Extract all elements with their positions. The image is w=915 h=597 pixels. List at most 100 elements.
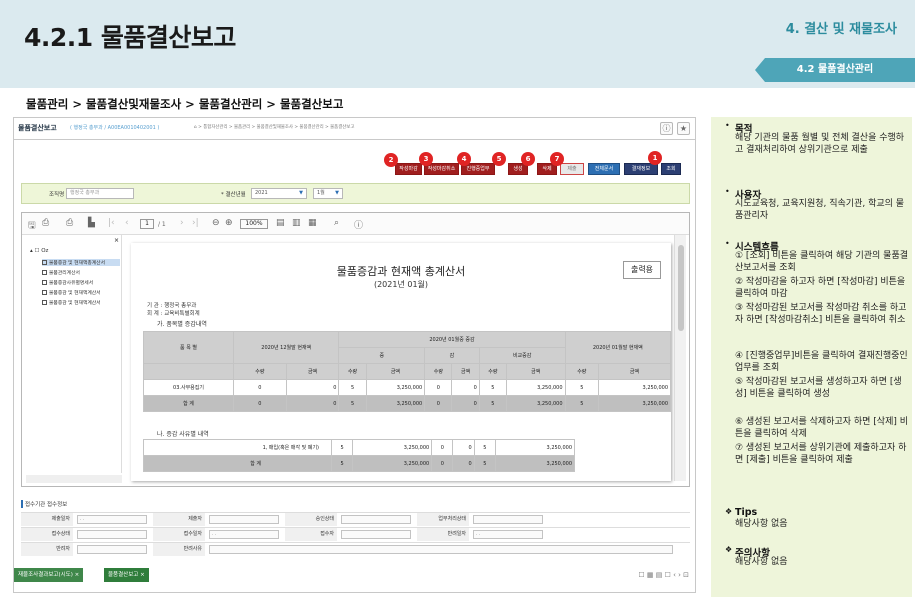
report-section-1: 가. 품목별 증감내역 (157, 321, 207, 328)
star-icon[interactable]: ★ (677, 122, 690, 135)
month-select[interactable]: 1월 ▼ (313, 188, 343, 199)
badge-2: 2 (384, 153, 398, 167)
cell: 5 (338, 379, 367, 396)
search-button[interactable]: 조회 (661, 163, 681, 175)
submitter-field[interactable] (209, 515, 279, 524)
item-table: 품 목 별 2020년 12월말 현재액 2020년 01월중 증감 2020년… (143, 331, 672, 412)
section-title: 4. 결산 및 재물조사 (785, 22, 897, 37)
flow-step: ⑥ 생성된 보고서를 삭제하고자 하면 [삭제] 비튼을 클릭하여 삭제 (735, 417, 909, 439)
process-status-label: 업무처리상태 (417, 513, 469, 526)
receipt-date-field[interactable]: . . (209, 530, 279, 539)
window-controls[interactable]: ☐ ▦ ▤ ☐ ‹ › ⊡ (638, 571, 689, 579)
last-page-icon[interactable]: ›| (192, 218, 199, 228)
flow-step: ② 작성마감을 하고자 하면 [작성마감] 비튼을 클릭하여 마감 (735, 277, 906, 299)
col-amt: 금액 (598, 363, 671, 380)
tab-settlement-report[interactable]: 물품결산보고 × (104, 568, 149, 582)
tree-root[interactable]: ▴ ☐ Oz (30, 248, 48, 254)
report-section-2: 나. 증감 사유별 내역 (157, 431, 209, 438)
flow-step: ④ [진행중업무]비튼을 클릭하여 결재진행중인 업무를 조회 (735, 351, 908, 373)
org-label: 조직명 (49, 192, 65, 198)
next-page-icon[interactable]: › (180, 218, 184, 228)
reject-reason-field[interactable] (209, 545, 673, 554)
tab-inventory-result[interactable]: 재물조사결과보고(시도) × (14, 568, 84, 582)
receipt-status-field[interactable] (77, 530, 147, 539)
print-all-button[interactable]: 전체문서 (588, 163, 620, 175)
report-viewer: 🖫 ⎙ ⎙ ▙ |‹ ‹ 1 / 1 › ›| ⊖ ⊕ 100% ▤ ▥ ▦ ⌕… (21, 212, 690, 487)
scrollbar-thumb[interactable] (678, 245, 684, 331)
cell: 3,250,000 (494, 439, 576, 456)
page-total: / 1 (158, 221, 166, 228)
checkbox-icon (42, 290, 47, 295)
zoom-in-icon[interactable]: ⊕ (225, 218, 233, 228)
fit-page-icon[interactable]: ▦ (308, 218, 317, 228)
receiver-field[interactable] (341, 530, 411, 539)
tree-item[interactable]: 물품관리계산서 (42, 269, 120, 276)
cell: 5 (564, 379, 600, 396)
cell: 5 (478, 395, 508, 412)
filter-bar: 조직명 행정국 총무과 * 결산년월 2021 ▼ 1월 ▼ (21, 183, 690, 204)
export-icon[interactable]: ⎙ (42, 218, 49, 228)
viewer-toolbar: 🖫 ⎙ ⎙ ▙ |‹ ‹ 1 / 1 › ›| ⊖ ⊕ 100% ▤ ▥ ▦ ⌕… (22, 213, 689, 235)
double-page-icon[interactable]: ▥ (292, 218, 301, 228)
page-title: 4.2.1 물품결산보고 (24, 23, 236, 52)
fax-icon[interactable]: ▙ (88, 218, 95, 228)
org-field[interactable]: 행정국 총무과 (66, 188, 134, 199)
info-icon[interactable]: ⓘ (660, 122, 673, 135)
flow-step: ① [조회] 비튼을 클릭하여 해당 기관의 물품결산보고서를 조회 (735, 251, 909, 273)
zoom-select[interactable]: 100% (240, 219, 268, 229)
process-status-field[interactable] (473, 515, 543, 524)
cell: 0 (233, 379, 287, 396)
cell: 0 (424, 395, 453, 412)
cell: 3,250,000 (352, 455, 433, 472)
single-page-icon[interactable]: ▤ (276, 218, 285, 228)
tree-item[interactable]: 물품증감 및 현재액총계산서 (42, 259, 120, 266)
col-qty: 수량 (424, 363, 453, 380)
subsection-tab: 4.2 물품결산관리 (755, 58, 915, 82)
save-icon[interactable]: 🖫 (28, 218, 36, 234)
cell: 0 (452, 455, 475, 472)
col-qty: 수량 (564, 363, 600, 380)
description-panel: • 목적 해당 기관의 물품 월별 및 전체 결산을 수행하고 결재처리하여 상… (711, 117, 912, 597)
tree-item-label: 물품증감사유별명세서 (49, 281, 94, 286)
reject-date-field[interactable]: . . (473, 530, 543, 539)
about-icon[interactable]: ⓘ (354, 218, 363, 231)
month-value: 1월 (317, 190, 325, 196)
row-name: 합 계 (143, 395, 234, 412)
prev-page-icon[interactable]: ‹ (125, 218, 129, 228)
bullet-icon: • (725, 121, 730, 130)
flow-step: ⑦ 생성된 보고서를 상위기관에 제출하고자 하면 [제출] 비튼을 클릭하여 … (735, 443, 907, 465)
viewer-scrollbar[interactable] (674, 235, 686, 481)
tree-item[interactable]: 물품증감 및 현재액계산서 (42, 289, 120, 296)
submit-button[interactable]: 제출 (560, 163, 584, 175)
col-qty: 수량 (338, 363, 367, 380)
submitter-label: 제출자 (153, 513, 205, 526)
tree-item-label: 물품증감 및 현재액계산서 (49, 291, 101, 296)
output-label: 출력용 (623, 261, 661, 279)
period-label: * 결산년월 (221, 192, 246, 198)
diamond-icon: ❖ (725, 507, 733, 516)
submit-date-label: 제출일자 (21, 513, 73, 526)
zoom-out-icon[interactable]: ⊖ (212, 218, 220, 228)
find-icon[interactable]: ⌕ (334, 218, 339, 228)
submit-date-field[interactable]: . . (77, 515, 147, 524)
year-select[interactable]: 2021 ▼ (251, 188, 307, 199)
close-icon[interactable]: × (114, 237, 119, 244)
approval-status-field[interactable] (341, 515, 411, 524)
checkbox-icon (42, 260, 47, 265)
receiver-label: 접수자 (285, 528, 337, 541)
first-page-icon[interactable]: |‹ (108, 218, 115, 228)
page-number-input[interactable]: 1 (140, 219, 154, 229)
rejecter-field[interactable] (77, 545, 147, 554)
rejecter-label: 반려자 (21, 543, 73, 556)
flow-step: ③ 작성마감된 보고서를 작성마감 취소를 하고자 하면 [작성마감취소] 비튼… (735, 303, 907, 325)
tree-scrollbar[interactable] (26, 475, 122, 483)
tree-item[interactable]: 물품증감 및 현재액계산서 (42, 299, 120, 306)
cell: 3,250,000 (365, 379, 426, 396)
tree-item-label: 물품관리계산서 (49, 271, 80, 276)
receipt-status-label: 접수상태 (21, 528, 73, 541)
print-icon[interactable]: ⎙ (66, 218, 73, 228)
tips-text: 해당사항 없음 (735, 519, 788, 529)
cell: 0 (285, 395, 340, 412)
write-close-button[interactable]: 작성마감 (395, 163, 422, 175)
tree-item[interactable]: 물품증감사유별명세서 (42, 279, 120, 286)
